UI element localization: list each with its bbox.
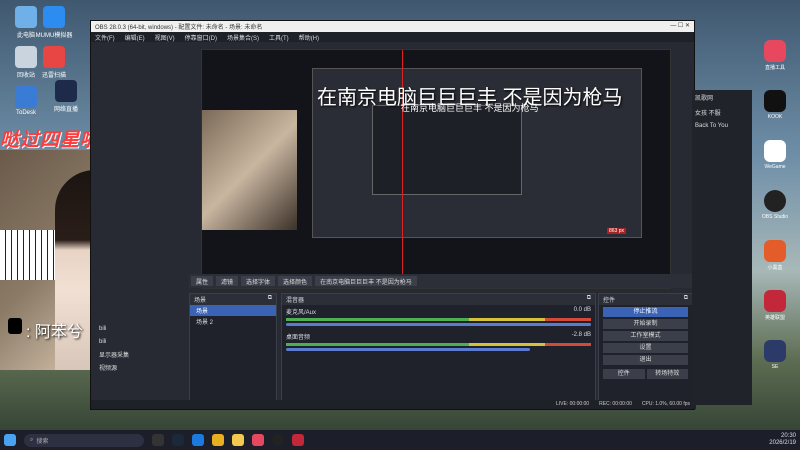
- desktop-icon-obs[interactable]: OBS Studio: [755, 190, 795, 234]
- scene-item[interactable]: 场景 2: [190, 316, 276, 327]
- menu-docks[interactable]: 停靠窗口(D): [185, 33, 217, 42]
- start-icon[interactable]: [4, 434, 16, 446]
- volume-slider[interactable]: [286, 323, 591, 326]
- chrome-icon[interactable]: [212, 434, 224, 446]
- source-item[interactable]: 视频源: [95, 361, 185, 374]
- mumu-icon: [43, 6, 65, 28]
- studio-mode-button[interactable]: 工作室模式: [603, 331, 688, 341]
- obs-icon: [764, 190, 786, 212]
- desktop-icon-mumu[interactable]: MUMU模拟器: [34, 6, 74, 39]
- preview-webcam: [202, 110, 297, 230]
- heybox-icon: [764, 240, 786, 262]
- source-toolbar: 属性 滤镜 选择字体 选择颜色 在南京电脑巨巨巨丰 不是因为枪马: [189, 274, 694, 288]
- live-icon: [55, 80, 77, 102]
- stop-streaming-button[interactable]: 停止推流: [603, 307, 688, 317]
- tab-transitions[interactable]: 转场特效: [646, 369, 688, 379]
- preview-nested-obs-inner: [372, 105, 522, 195]
- menu-file[interactable]: 文件(F): [95, 33, 115, 42]
- mixer-channel-desktop: 桌面音频 -2.8 dB: [282, 330, 595, 355]
- filters-button[interactable]: 滤镜: [216, 276, 239, 286]
- menu-scene-collection[interactable]: 场景集合(S): [227, 33, 259, 42]
- select-color-button[interactable]: 选择颜色: [278, 276, 313, 286]
- folder-icon[interactable]: [232, 434, 244, 446]
- desktop-icon-lol[interactable]: 英雄联盟: [755, 290, 795, 334]
- menu-help[interactable]: 帮助(H): [299, 33, 319, 42]
- volume-slider[interactable]: [286, 348, 530, 351]
- desktop-icon-kook[interactable]: KOOK: [755, 90, 795, 134]
- desktop: { "overlay_banner": "哒过四星啦 400/600", "pr…: [0, 0, 800, 450]
- desktop-icon-todesk[interactable]: ToDesk: [6, 86, 46, 116]
- desktop-icon-live[interactable]: 网络直播: [46, 80, 86, 113]
- task-view-icon[interactable]: [152, 434, 164, 446]
- preview-size-label: 863 px: [607, 228, 627, 234]
- source-item[interactable]: bili: [95, 322, 185, 335]
- controls-dock: 控件 ⧉ 停止推流 开始录制 工作室模式 设置 退出 控件 转场特效: [598, 293, 693, 408]
- obs-taskbar-icon[interactable]: [272, 434, 284, 446]
- volume-meter: [286, 318, 591, 321]
- desktop-icon-heybox[interactable]: 小黑盒: [755, 240, 795, 284]
- tiktok-icon: [8, 318, 22, 334]
- chat-panel: 凯歌网 女孩 不服 Back To You: [692, 90, 752, 405]
- desktop-icon-wegame[interactable]: WeGame: [755, 140, 795, 184]
- obs-statusbar: LIVE: 00:00:00 REC: 00:00:00 CPU: 1.0%, …: [91, 400, 696, 409]
- start-recording-button[interactable]: 开始录制: [603, 319, 688, 329]
- scan-icon: [43, 46, 65, 68]
- preview-caption-small: 在南京电脑巨巨巨丰 不是因为枪马: [401, 103, 539, 113]
- desktop-right-icons: 直播工具 KOOK WeGame OBS Studio 小黑盒 英雄联盟 SE: [755, 40, 800, 390]
- source-item[interactable]: 显示器采集: [95, 348, 185, 361]
- exit-button[interactable]: 退出: [603, 355, 688, 365]
- mixer-channel-mic: 麦克风/Aux 0.0 dB: [282, 305, 595, 330]
- search-input[interactable]: ⌕ 搜索: [24, 433, 144, 447]
- sources-list: bili bili 显示器采集 视频源: [95, 322, 185, 374]
- search-icon: ⌕: [30, 436, 34, 443]
- taskbar: ⌕ 搜索 20:30 2026/2/19: [0, 430, 800, 450]
- piano-image: [0, 230, 60, 280]
- settings-button[interactable]: 设置: [603, 343, 688, 353]
- desktop-icon-se[interactable]: SE: [755, 340, 795, 384]
- menu-tools[interactable]: 工具(T): [269, 33, 289, 42]
- todesk-icon: [15, 86, 37, 108]
- steam-icon[interactable]: [172, 434, 184, 446]
- obs-titlebar[interactable]: OBS 28.0.3 (64-bit, windows) - 配置文件: 未命名…: [91, 21, 694, 32]
- system-tray[interactable]: 20:30 2026/2/19: [769, 433, 796, 447]
- lol-icon: [764, 290, 786, 312]
- desktop-icon-live-tool[interactable]: 直播工具: [755, 40, 795, 84]
- menu-view[interactable]: 视图(V): [155, 33, 175, 42]
- mixer-dock: 混音器 ⧉ 麦克风/Aux 0.0 dB 桌面音频 -2.8 dB: [281, 293, 596, 408]
- select-font-button[interactable]: 选择字体: [241, 276, 276, 286]
- netease-icon[interactable]: [252, 434, 264, 446]
- volume-meter: [286, 343, 591, 346]
- kook-icon: [764, 90, 786, 112]
- window-controls[interactable]: — ☐ ✕: [670, 22, 690, 31]
- scenes-dock: 场景 ⧉ 场景 场景 2: [189, 293, 277, 408]
- live-tool-icon: [764, 40, 786, 62]
- wegame-icon: [764, 140, 786, 162]
- source-item[interactable]: bili: [95, 335, 185, 348]
- obs-menubar: 文件(F) 编辑(E) 视图(V) 停靠窗口(D) 场景集合(S) 工具(T) …: [91, 32, 694, 42]
- desktop-icon-scan[interactable]: 迅雷扫描: [34, 46, 74, 79]
- app-icon[interactable]: [292, 434, 304, 446]
- tab-controls[interactable]: 控件: [603, 369, 645, 379]
- se-icon: [764, 340, 786, 362]
- menu-edit[interactable]: 编辑(E): [125, 33, 145, 42]
- streamer-name: : 阿苯兮: [26, 324, 83, 341]
- source-text[interactable]: 在南京电脑巨巨巨丰 不是因为枪马: [315, 276, 417, 286]
- edge-icon[interactable]: [192, 434, 204, 446]
- properties-button[interactable]: 属性: [191, 276, 214, 286]
- scene-item[interactable]: 场景: [190, 305, 276, 316]
